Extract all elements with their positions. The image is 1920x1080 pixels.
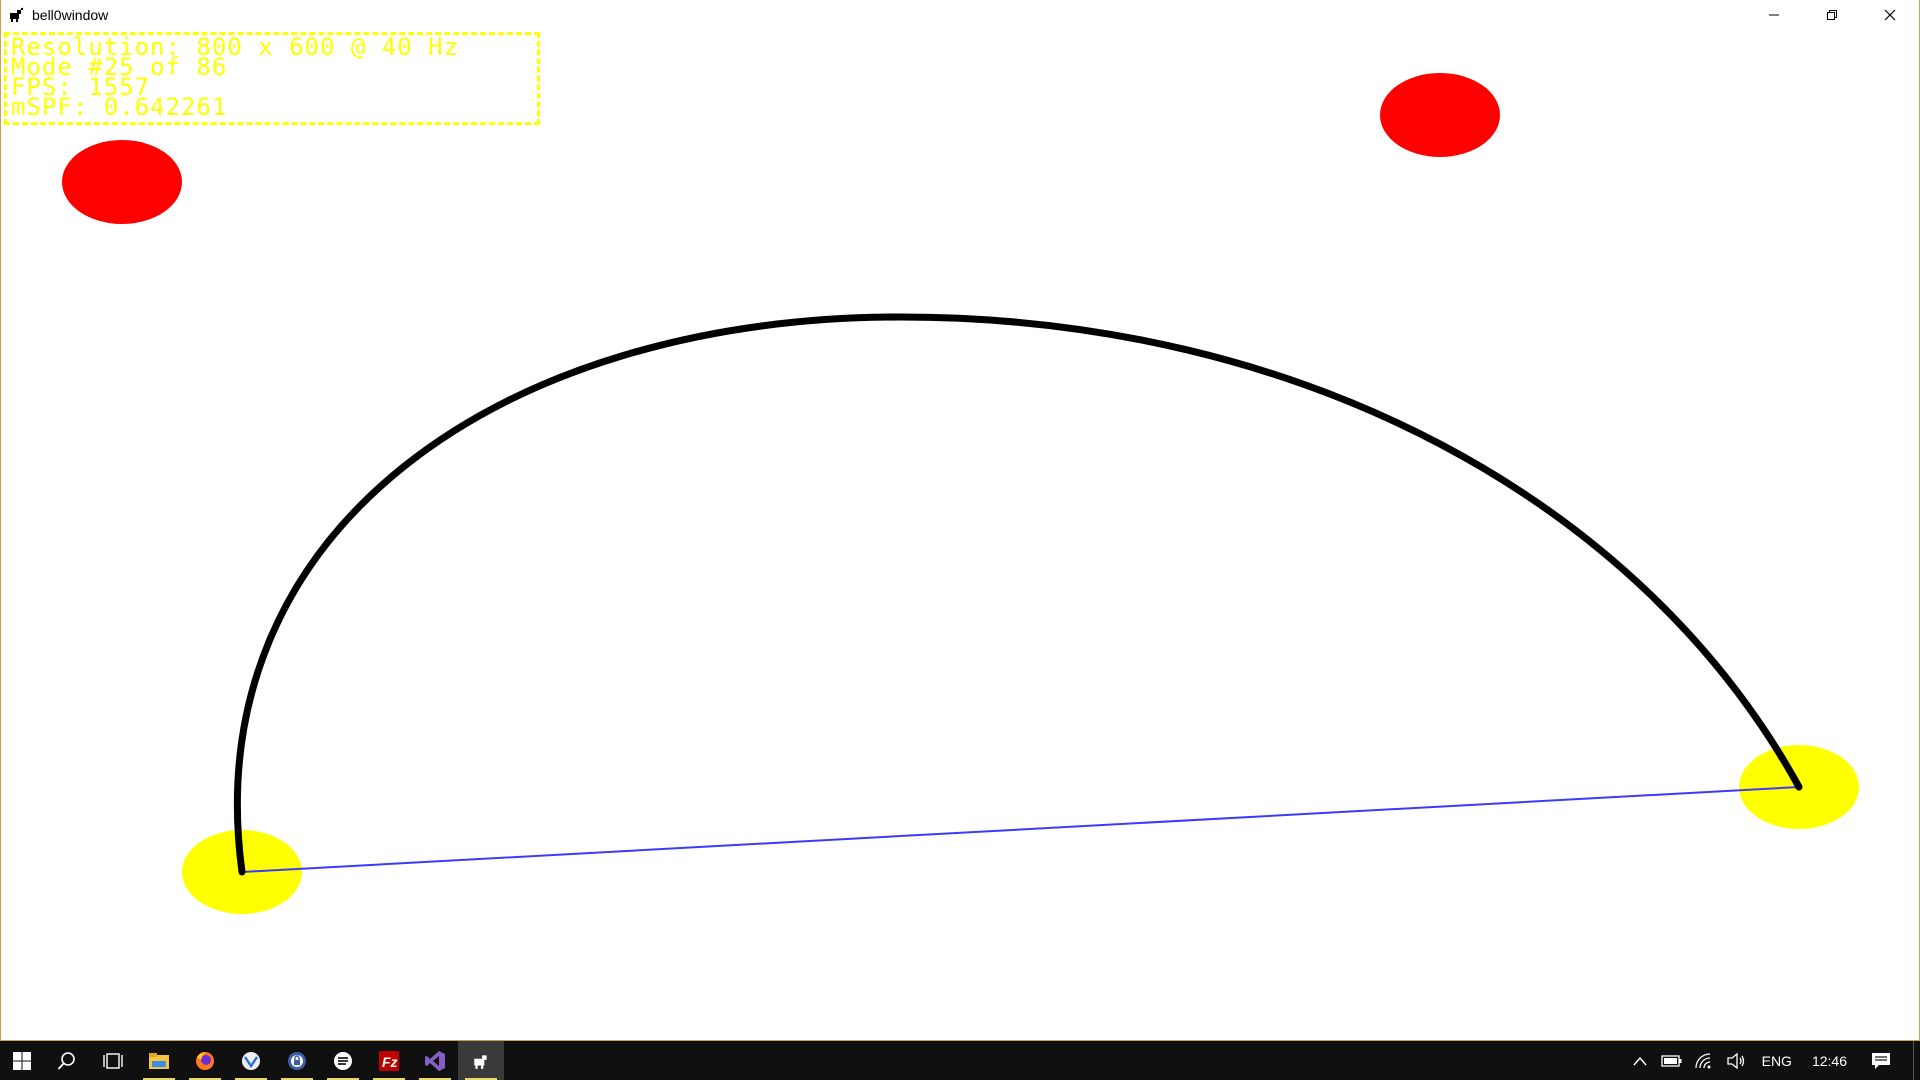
show-desktop-button[interactable] <box>1913 1041 1920 1080</box>
taskbar-vpn[interactable] <box>228 1041 274 1080</box>
svg-text:Fz: Fz <box>382 1054 398 1070</box>
volume-button[interactable] <box>1720 1041 1752 1080</box>
notification-icon <box>1872 1052 1890 1069</box>
battery-button[interactable] <box>1656 1041 1688 1080</box>
wifi-icon <box>1694 1052 1711 1068</box>
clock[interactable]: 12:46 <box>1802 1041 1857 1080</box>
visual-studio-icon <box>425 1050 445 1071</box>
taskbar-password-manager[interactable] <box>274 1041 320 1080</box>
file-explorer-icon <box>149 1052 169 1069</box>
task-view-icon <box>103 1052 123 1069</box>
window-controls <box>1745 0 1919 30</box>
close-button[interactable] <box>1861 0 1919 30</box>
password-manager-icon <box>288 1051 306 1070</box>
task-view-button[interactable] <box>90 1041 136 1080</box>
action-center-button[interactable] <box>1857 1041 1905 1080</box>
taskbar-file-explorer[interactable] <box>136 1041 182 1080</box>
taskbar-firefox[interactable] <box>182 1041 228 1080</box>
scene-graphics <box>62 73 1859 914</box>
bell0window-app-icon <box>474 1054 487 1069</box>
bezier-curve <box>233 313 1803 876</box>
show-hidden-icons-button[interactable] <box>1624 1041 1656 1080</box>
search-icon <box>57 1051 75 1070</box>
filezilla-icon: Fz <box>379 1050 399 1071</box>
taskbar-visual-studio[interactable] <box>412 1041 458 1080</box>
stats-overlay: Resolution: 800 x 600 @ 40 Hz Mode #25 o… <box>4 32 540 125</box>
battery-icon <box>1660 1054 1682 1067</box>
minimize-button[interactable] <box>1745 0 1803 30</box>
search-button[interactable] <box>44 1041 90 1080</box>
app-window: bell0window Resolution: 800 x 600 @ 40 H… <box>0 0 1920 1040</box>
windows-icon <box>13 1051 31 1070</box>
input-language[interactable]: ENG <box>1752 1041 1802 1080</box>
taskbar-bell0window[interactable] <box>458 1041 504 1080</box>
restore-button[interactable] <box>1803 0 1861 30</box>
firefox-icon <box>196 1051 214 1070</box>
taskbar-music-app[interactable] <box>320 1041 366 1080</box>
minimize-icon <box>1769 14 1779 16</box>
start-button[interactable] <box>0 1041 44 1080</box>
red-obstacle-left <box>62 140 182 224</box>
window-title: bell0window <box>32 7 109 23</box>
restore-icon <box>1827 10 1837 20</box>
speaker-icon <box>1726 1052 1744 1069</box>
overlay-mspf: mSPF: 0.642261 <box>11 93 228 121</box>
taskbar-filezilla[interactable]: Fz <box>366 1041 412 1080</box>
title-bar[interactable]: bell0window <box>1 0 1919 30</box>
vpn-icon <box>242 1051 260 1070</box>
red-obstacle-right <box>1380 73 1500 157</box>
music-app-icon <box>334 1051 352 1070</box>
network-button[interactable] <box>1688 1041 1720 1080</box>
system-tray: ENG 12:46 <box>1624 1041 1920 1080</box>
bell-app-icon[interactable] <box>6 5 26 25</box>
chevron-up-icon <box>1633 1056 1647 1065</box>
taskbar: Fz ENG 12:46 <box>0 1040 1920 1080</box>
render-canvas[interactable] <box>1 30 1919 1040</box>
close-icon <box>1884 9 1896 21</box>
chord-line <box>241 786 1800 873</box>
